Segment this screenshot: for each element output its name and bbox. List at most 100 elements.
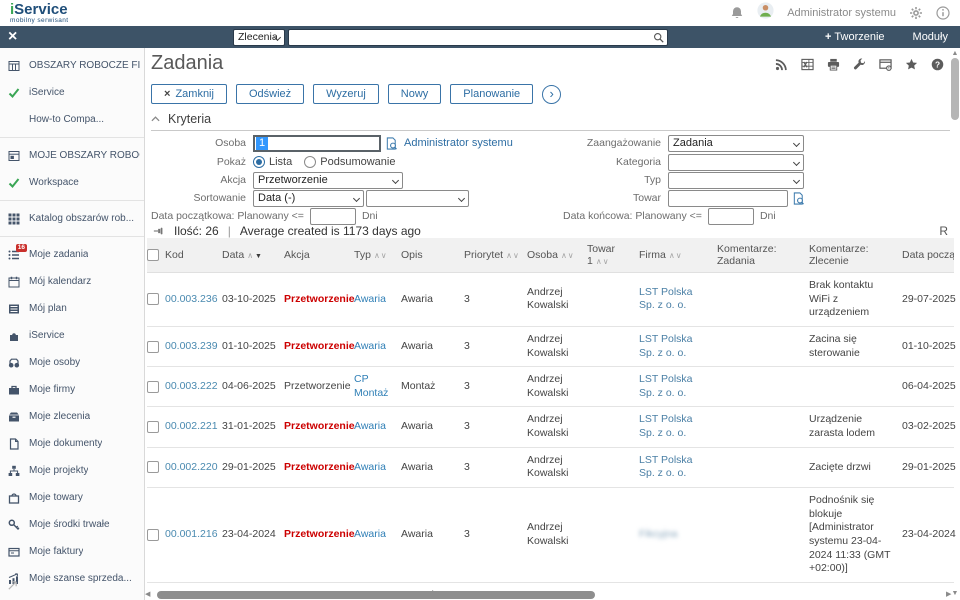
tools-icon[interactable]: [853, 58, 866, 71]
sidebar-item-moje-firmy[interactable]: Moje firmy: [0, 376, 144, 403]
sort-icons[interactable]: ∧∨: [506, 251, 520, 260]
radio-lista[interactable]: [253, 156, 265, 168]
task-type-link[interactable]: CP Montaż: [354, 373, 388, 399]
column-header-typ[interactable]: Typ ∧∨: [354, 238, 401, 273]
task-code-link[interactable]: 00.003.236: [165, 293, 218, 305]
sidebar-item-how-to-compa[interactable]: How-to Compa...: [0, 106, 144, 133]
info-icon[interactable]: [936, 6, 950, 20]
nowy-button[interactable]: Nowy: [387, 84, 442, 104]
row-checkbox[interactable]: [147, 340, 159, 353]
osoba-lookup-icon[interactable]: [385, 136, 398, 150]
towar-lookup-icon[interactable]: [792, 191, 805, 205]
horizontal-scrollbar[interactable]: ◀ ▶: [145, 591, 954, 599]
company-link[interactable]: LST Polska Sp. z o. o.: [639, 413, 693, 439]
search-input[interactable]: [289, 30, 653, 44]
sort-icons[interactable]: ∧∨: [596, 257, 610, 266]
pin-icon[interactable]: [153, 225, 165, 237]
sidebar-item-obszary-robocze-firmy[interactable]: OBSZARY ROBOCZE FIRMY: [0, 52, 144, 79]
column-header-akcja[interactable]: Akcja: [284, 238, 354, 273]
sort-icons[interactable]: ∧∨: [374, 251, 388, 260]
sidebar-item-moje-faktury[interactable]: Moje faktury: [0, 538, 144, 565]
sidebar-item-moje-szanse-sprzeda[interactable]: Moje szanse sprzeda...: [0, 565, 144, 592]
sidebar-item-moje-towary[interactable]: Moje towary: [0, 484, 144, 511]
zaangazowanie-select[interactable]: Zadania: [668, 134, 804, 152]
wyzeruj-button[interactable]: Wyzeruj: [313, 84, 379, 104]
report-icon[interactable]: [879, 58, 892, 71]
sidebar-item-iservice[interactable]: iService: [0, 322, 144, 349]
scroll-down-arrow[interactable]: ▼: [951, 590, 959, 598]
scroll-up-arrow[interactable]: ▲: [951, 50, 959, 58]
criteria-toggle[interactable]: Kryteria: [151, 112, 950, 131]
sortowanie-select-2[interactable]: [366, 189, 469, 207]
rss-icon[interactable]: [775, 58, 788, 71]
sort-desc-active-icon[interactable]: ▼: [255, 253, 262, 260]
row-checkbox[interactable]: [147, 380, 159, 393]
row-checkbox[interactable]: [147, 528, 159, 541]
settings-gear-icon[interactable]: [909, 6, 923, 20]
sidebar-item-moj-plan[interactable]: Mój plan: [0, 295, 144, 322]
zamknij-button[interactable]: × Zamknij: [151, 84, 227, 104]
task-type-link[interactable]: Awaria: [354, 461, 386, 473]
task-type-link[interactable]: Awaria: [354, 420, 386, 432]
task-code-link[interactable]: 00.002.221: [165, 420, 218, 432]
close-icon[interactable]: ×: [8, 29, 26, 45]
column-header-priorytet[interactable]: Priorytet ∧∨: [464, 238, 527, 273]
sort-icons[interactable]: ∧∨: [669, 251, 683, 260]
company-link[interactable]: LST Polska Sp. z o. o.: [639, 333, 693, 359]
row-checkbox[interactable]: [147, 293, 159, 306]
row-checkbox[interactable]: [147, 421, 159, 434]
data-poczatkowa-dni-input[interactable]: [309, 207, 356, 225]
planowanie-button[interactable]: Planowanie: [450, 84, 534, 104]
select-all-checkbox[interactable]: [147, 249, 159, 261]
radio-podsumowanie[interactable]: [304, 156, 317, 168]
sidebar-item-moje-projekty[interactable]: Moje projekty: [0, 457, 144, 484]
sidebar-item-moj-kalendarz[interactable]: Mój kalendarz: [0, 268, 144, 295]
typ-select[interactable]: [668, 171, 804, 189]
task-type-link[interactable]: Awaria: [354, 340, 386, 352]
column-header-komentarze-zadania[interactable]: Komentarze: Zadania: [717, 238, 809, 273]
user-avatar[interactable]: [757, 2, 774, 24]
horizontal-scroll-thumb[interactable]: [157, 591, 595, 599]
expand-sidebar-icon[interactable]: [7, 578, 18, 596]
towar-input[interactable]: [668, 189, 788, 207]
column-header-osoba[interactable]: Osoba ∧∨: [527, 238, 587, 273]
create-button[interactable]: + Tworzenie: [825, 31, 885, 43]
sidebar-item-moje-obszary-robocze[interactable]: MOJE OBSZARY ROBOCZE: [0, 142, 144, 169]
scroll-left-arrow[interactable]: ◀: [145, 591, 153, 599]
column-header-data-poczatkowa[interactable]: Data początkowa: [902, 238, 954, 273]
task-type-link[interactable]: Awaria: [354, 293, 386, 305]
notifications-bell-icon[interactable]: [730, 6, 744, 20]
data-koncowa-dni-input[interactable]: [707, 207, 754, 225]
osoba-selected-link[interactable]: Administrator systemu: [404, 137, 513, 149]
sidebar-item-moje-zadania[interactable]: 16 Moje zadania: [0, 241, 144, 268]
akcja-select[interactable]: Przetworzenie: [253, 171, 403, 189]
task-code-link[interactable]: 00.002.220: [165, 461, 218, 473]
sidebar-item-moje-osoby[interactable]: Moje osoby: [0, 349, 144, 376]
vertical-scroll-thumb[interactable]: [951, 58, 959, 120]
task-code-link[interactable]: 00.003.222: [165, 380, 218, 392]
more-actions-button[interactable]: ›: [542, 84, 562, 104]
sidebar-item-katalog-obszarow-rob[interactable]: Katalog obszarów rob...: [0, 205, 144, 232]
company-link[interactable]: LST Polska Sp. z o. o.: [639, 286, 693, 312]
user-name[interactable]: Administrator systemu: [787, 7, 896, 19]
modules-button[interactable]: Moduły: [913, 31, 948, 43]
task-code-link[interactable]: 00.001.216: [165, 528, 218, 540]
sidebar-item-workspace[interactable]: Workspace: [0, 169, 144, 196]
sidebar-item-iservice[interactable]: iService: [0, 79, 144, 106]
company-link[interactable]: LST Polska Sp. z o. o.: [639, 373, 693, 399]
column-header-komentarze-zlecenie[interactable]: Komentarze: Zlecenie: [809, 238, 902, 273]
sidebar-item-moje-dokumenty[interactable]: Moje dokumenty: [0, 430, 144, 457]
odswiez-button[interactable]: Odśwież: [235, 84, 305, 104]
sortowanie-select-1[interactable]: Data (-): [253, 189, 364, 207]
company-link[interactable]: LST Polska Sp. z o. o.: [639, 454, 693, 480]
sort-icons[interactable]: ∧∨: [561, 251, 575, 260]
task-code-link[interactable]: 00.003.239: [165, 340, 218, 352]
row-checkbox[interactable]: [147, 461, 159, 474]
search-icon[interactable]: [653, 32, 667, 43]
excel-icon[interactable]: [801, 58, 814, 71]
column-header-data[interactable]: Data ∧▼: [222, 238, 284, 273]
osoba-input[interactable]: 1: [253, 134, 381, 152]
sort-asc-icon[interactable]: ∧: [247, 251, 254, 260]
column-header-firma[interactable]: Firma ∧∨: [639, 238, 717, 273]
search-scope-select[interactable]: Zlecenia: [233, 28, 285, 46]
